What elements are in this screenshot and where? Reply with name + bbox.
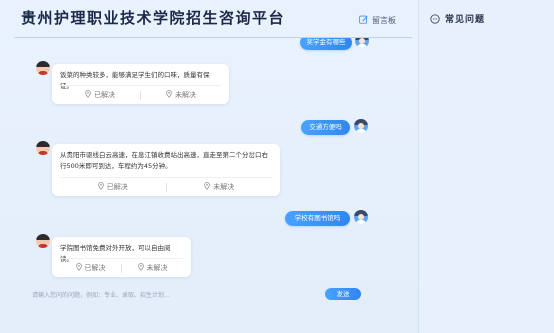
chat-messages[interactable]: 奖学金有哪些 饭菜的种类较多，能够满足学生们的口味，质量有保证。 已解决 未解决… (0, 38, 418, 283)
unresolved-label: 未解决 (213, 183, 235, 191)
unresolved-button[interactable]: 未解决 (141, 89, 221, 101)
input-area: 发送 (0, 283, 418, 333)
chat-panel: 贵州护理职业技术学院招生咨询平台 留言板 奖学金有哪些 饭菜的种类较多，能够满足… (0, 0, 418, 333)
bot-message-card: 从贵阳市驱线白云高速，在息江镇收费站出高速，直走至第二个分岔口右行500米即可到… (52, 144, 280, 196)
feedback-row: 已解决 未解决 (60, 85, 221, 104)
user-message-bubble: 奖学金有哪些 (300, 38, 352, 50)
bot-message-card: 饭菜的种类较多，能够满足学生们的口味，质量有保证。 已解决 未解决 (52, 64, 229, 104)
location-pin-icon (204, 182, 211, 192)
location-pin-icon (166, 90, 172, 100)
resolved-button[interactable]: 已解决 (60, 181, 166, 193)
user-avatar (355, 38, 369, 48)
bot-avatar (36, 61, 50, 75)
edit-icon (359, 15, 368, 26)
resolved-button[interactable]: 已解决 (60, 89, 140, 101)
location-pin-icon (85, 90, 91, 100)
resolved-label: 已解决 (84, 264, 106, 272)
bot-message-text: 从贵阳市驱线白云高速，在息江镇收费站出高速，直走至第二个分岔口右行500米即可到… (60, 151, 268, 170)
bot-avatar (36, 234, 50, 248)
user-message-bubble: 交通方便吗 (301, 120, 350, 135)
unresolved-label: 未解决 (146, 264, 168, 272)
bot-avatar (36, 141, 50, 155)
location-pin-icon (137, 263, 144, 273)
unresolved-button[interactable]: 未解决 (122, 262, 183, 274)
user-message-bubble: 学校有图书馆吗 (285, 211, 350, 226)
resolved-button[interactable]: 已解决 (60, 262, 121, 274)
message-board-link[interactable]: 留言板 (359, 13, 396, 27)
user-avatar (354, 119, 368, 133)
location-pin-icon (75, 263, 82, 273)
resolved-label: 已解决 (106, 183, 128, 191)
send-button[interactable]: 发送 (325, 288, 361, 300)
unresolved-label: 未解决 (175, 91, 196, 99)
chat-bubble-icon (430, 9, 440, 28)
user-avatar (354, 210, 368, 224)
question-input[interactable] (32, 289, 312, 301)
page-title: 贵州护理职业技术学院招生咨询平台 (21, 9, 286, 27)
location-pin-icon (97, 182, 104, 192)
faq-sidebar: 常见问题 (418, 0, 554, 333)
feedback-row: 已解决 未解决 (60, 177, 272, 196)
faq-title: 常见问题 (445, 15, 486, 25)
header: 贵州护理职业技术学院招生咨询平台 留言板 (0, 0, 418, 38)
feedback-row: 已解决 未解决 (60, 258, 183, 277)
message-board-label: 留言板 (372, 15, 396, 25)
unresolved-button[interactable]: 未解决 (167, 181, 273, 193)
faq-header: 常见问题 (430, 9, 485, 28)
resolved-label: 已解决 (94, 91, 115, 99)
bot-message-card: 学院图书馆免费对外开放，可以自由阅读。 已解决 未解决 (52, 237, 191, 277)
